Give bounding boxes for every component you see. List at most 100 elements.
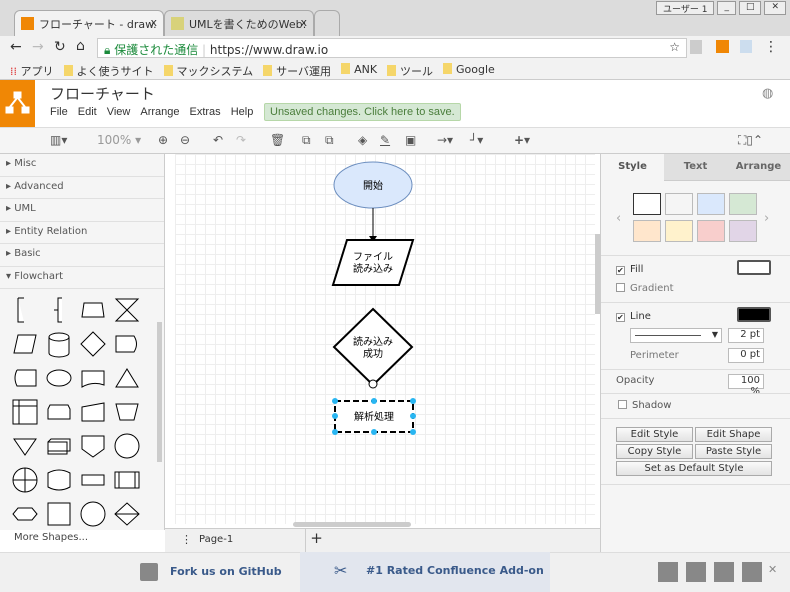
style-swatch[interactable] — [697, 220, 725, 242]
style-swatch[interactable] — [729, 193, 757, 215]
flowchart-shape[interactable] — [42, 293, 76, 327]
connection-handle-icon[interactable] — [368, 379, 378, 389]
flowchart-shape[interactable] — [110, 463, 144, 497]
zoom-in-icon[interactable]: ⊕ — [158, 133, 168, 147]
unsaved-changes-button[interactable]: Unsaved changes. Click here to save. — [264, 103, 461, 121]
style-swatch[interactable] — [665, 220, 693, 242]
tab-flowchart[interactable]: フローチャート - draw. x — [14, 10, 164, 36]
flowchart-shape[interactable] — [110, 361, 144, 395]
to-back-icon[interactable]: ⧉ — [325, 133, 334, 148]
line-width-input[interactable]: 2 pt — [728, 328, 764, 343]
perimeter-input[interactable]: 0 pt — [728, 348, 764, 363]
flowchart-shape[interactable] — [42, 361, 76, 395]
style-swatch[interactable] — [697, 193, 725, 215]
waypoints-icon[interactable]: ┘▾ — [470, 133, 483, 147]
back-icon[interactable]: ← — [10, 39, 22, 55]
bookmark[interactable]: マックシステム — [163, 63, 253, 78]
close-tab-icon[interactable]: x — [300, 16, 307, 29]
edit-style-button[interactable]: Edit Style — [616, 427, 693, 442]
diagram-canvas[interactable]: 開始 ファイル読み込み 読み込み成功 解析処理 — [175, 154, 600, 527]
flowchart-shape[interactable] — [8, 327, 42, 361]
zoom-select[interactable]: 100% ▾ — [97, 133, 141, 147]
page-tab[interactable]: Page-1 — [199, 534, 233, 545]
flowchart-shape[interactable] — [110, 395, 144, 429]
flowchart-shape[interactable] — [42, 429, 76, 463]
redo-icon[interactable]: ↷ — [236, 133, 246, 147]
flowchart-shape[interactable] — [8, 429, 42, 463]
flowchart-shape[interactable] — [110, 497, 144, 531]
flowchart-shape[interactable] — [42, 395, 76, 429]
format-panel-icon[interactable]: ▥▾ — [50, 133, 67, 147]
canvas-h-scrollbar[interactable] — [293, 522, 411, 527]
style-swatch[interactable] — [633, 220, 661, 242]
edit-shape-button[interactable]: Edit Shape — [695, 427, 772, 442]
flowchart-shape[interactable] — [76, 395, 110, 429]
flowchart-shape[interactable] — [8, 463, 42, 497]
delete-icon[interactable]: 🗑︎ — [270, 133, 285, 147]
minimize-icon[interactable]: _ — [717, 1, 736, 15]
more-shapes-button[interactable]: More Shapes... — [14, 532, 88, 543]
tab-uml[interactable]: UMLを書くためのWeb: x — [164, 10, 314, 36]
line-color-swatch[interactable] — [737, 307, 771, 322]
node-start[interactable]: 開始 — [333, 161, 413, 209]
sidebar-section-advanced[interactable]: ▸ Advanced — [0, 177, 164, 199]
close-banner-icon[interactable]: ✕ — [768, 563, 777, 576]
flowchart-shape[interactable] — [76, 463, 110, 497]
sidebar-section-flowchart[interactable]: ▾ Flowchart — [0, 267, 164, 289]
line-color-icon[interactable]: ✎ — [380, 133, 390, 147]
flowchart-shape[interactable] — [110, 327, 144, 361]
flowchart-shape[interactable] — [110, 429, 144, 463]
url-field[interactable]: 🔒︎ 保護された通信 | https://www.draw.io ☆ — [97, 38, 687, 58]
flowchart-shape[interactable] — [76, 293, 110, 327]
node-file-read[interactable]: ファイル読み込み — [331, 239, 415, 286]
edge-arrow[interactable] — [369, 208, 377, 242]
github-social-icon[interactable] — [742, 562, 762, 582]
flowchart-shape[interactable] — [42, 463, 76, 497]
twitter-icon[interactable] — [714, 562, 734, 582]
line-pattern-select[interactable]: ▼ — [630, 328, 722, 343]
chevron-right-icon[interactable]: › — [764, 211, 769, 226]
style-swatch[interactable] — [633, 193, 661, 215]
flowchart-shape[interactable] — [76, 497, 110, 531]
gradient-checkbox[interactable]: Gradient — [616, 283, 674, 294]
reload-icon[interactable]: ↻ — [54, 39, 66, 55]
bookmark[interactable]: ANK — [341, 63, 377, 76]
flowchart-shape[interactable] — [110, 293, 144, 327]
menu-extras[interactable]: Extras — [190, 106, 221, 118]
style-swatch[interactable] — [665, 193, 693, 215]
menu-view[interactable]: View — [107, 106, 131, 118]
flowchart-shape[interactable] — [8, 293, 42, 327]
add-page-icon[interactable]: + — [305, 529, 327, 552]
sidebar-scrollbar[interactable] — [157, 322, 162, 462]
to-front-icon[interactable]: ⧉ — [302, 133, 311, 148]
fill-color-icon[interactable]: ◈ — [358, 133, 367, 147]
close-tab-icon[interactable]: x — [150, 16, 157, 29]
flowchart-shape[interactable] — [76, 327, 110, 361]
globe-icon[interactable]: ◍ — [762, 86, 773, 101]
flowchart-shape[interactable] — [42, 327, 76, 361]
menu-edit[interactable]: Edit — [78, 106, 97, 118]
shadow-icon[interactable]: ▣ — [405, 133, 416, 147]
undo-icon[interactable]: ↶ — [213, 133, 223, 147]
opacity-input[interactable]: 100 % — [728, 374, 764, 397]
shadow-checkbox[interactable]: Shadow — [618, 400, 671, 411]
facebook-icon[interactable] — [686, 562, 706, 582]
bookmark[interactable]: よく使うサイト — [63, 63, 154, 78]
zoom-out-icon[interactable]: ⊖ — [180, 133, 190, 147]
bookmark-apps[interactable]: ⁞⁞ アプリ — [10, 63, 54, 78]
fill-color-swatch[interactable] — [737, 260, 771, 275]
close-window-icon[interactable]: ✕ — [764, 1, 786, 15]
sidebar-section-basic[interactable]: ▸ Basic — [0, 244, 164, 267]
paste-style-button[interactable]: Paste Style — [695, 444, 772, 459]
new-tab-button[interactable] — [314, 10, 340, 36]
flowchart-shape[interactable] — [8, 497, 42, 531]
home-icon[interactable]: ⌂ — [76, 38, 85, 54]
sidebar-section-entity-relation[interactable]: ▸ Entity Relation — [0, 222, 164, 244]
bookmark[interactable]: Google — [443, 63, 495, 76]
maximize-icon[interactable]: □ — [738, 1, 762, 15]
insert-icon[interactable]: +▾ — [514, 133, 530, 147]
forward-icon[interactable]: → — [32, 39, 44, 55]
menu-arrange[interactable]: Arrange — [140, 106, 179, 118]
tab-text[interactable]: Text — [664, 154, 727, 181]
pages-menu-icon[interactable]: ⋮ — [181, 533, 192, 546]
